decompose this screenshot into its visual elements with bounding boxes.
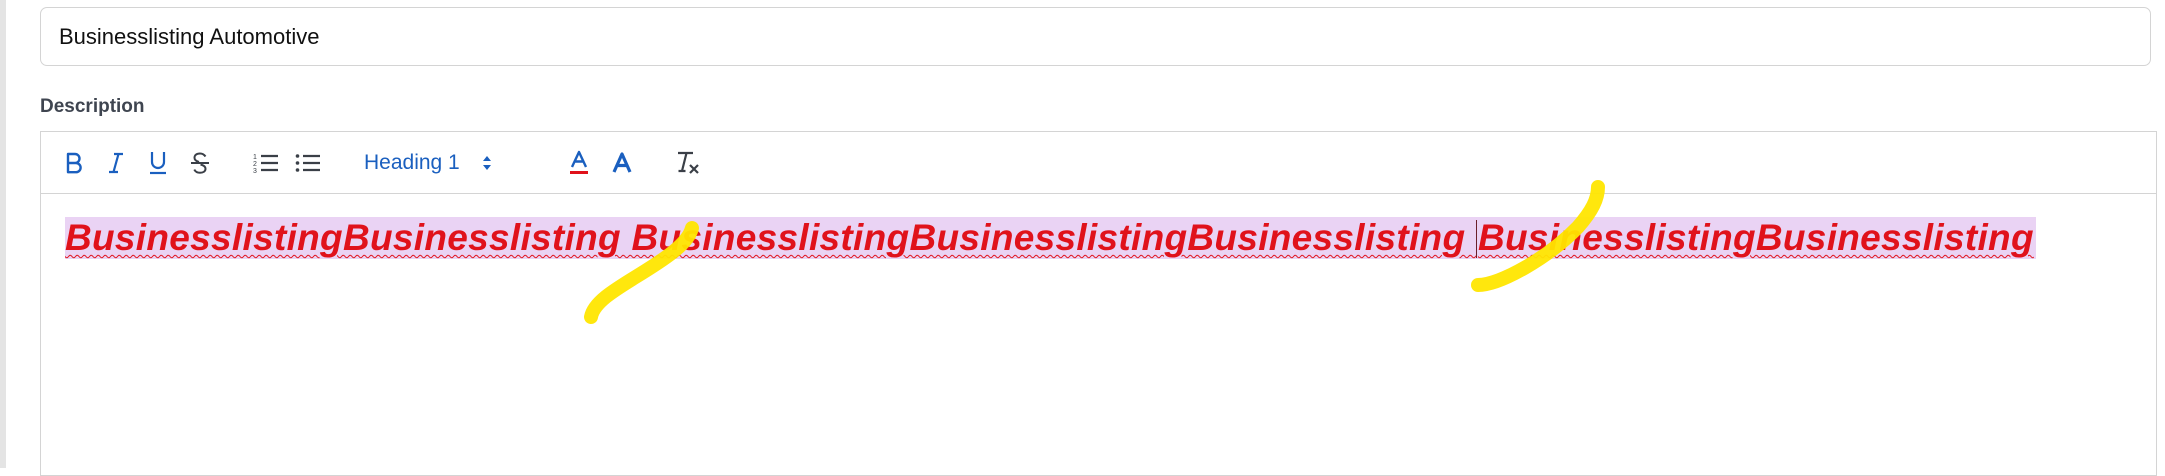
italic-icon xyxy=(109,152,123,174)
ordered-list-icon: 1 2 3 xyxy=(253,154,278,174)
text-after-caret: BusinesslistingBusinesslisting xyxy=(1477,217,2034,258)
ordered-list-button[interactable]: 1 2 3 xyxy=(249,145,283,181)
font-color-button[interactable] xyxy=(563,145,595,181)
font-color-icon xyxy=(570,150,588,174)
underline-icon xyxy=(150,152,166,175)
description-label: Description xyxy=(40,96,145,117)
text-before-caret: BusinesslistingBusinesslisting Businessl… xyxy=(65,217,1476,258)
svg-text:2: 2 xyxy=(253,161,257,168)
bullet-list-button[interactable] xyxy=(291,145,325,181)
editor-content[interactable]: BusinesslistingBusinesslisting Businessl… xyxy=(65,217,2156,259)
underline-button[interactable] xyxy=(142,145,174,181)
rich-text-editor[interactable]: 1 2 3 Heading 1 BusinesslistingBusinessl… xyxy=(40,131,2157,476)
clear-formatting-button[interactable] xyxy=(671,145,705,181)
heading-paragraph: BusinesslistingBusinesslisting Businessl… xyxy=(65,217,2036,259)
left-rail xyxy=(0,0,6,468)
clear-formatting-icon xyxy=(678,151,699,174)
highlight-color-icon xyxy=(612,152,632,173)
sort-arrows-icon xyxy=(482,156,491,170)
bold-button[interactable] xyxy=(58,145,90,181)
bold-icon xyxy=(66,152,82,174)
svg-text:1: 1 xyxy=(253,154,257,161)
highlight-color-button[interactable] xyxy=(606,145,638,181)
strikethrough-button[interactable] xyxy=(184,145,216,181)
italic-button[interactable] xyxy=(100,145,132,181)
strikethrough-icon xyxy=(191,152,209,174)
heading-select-value: Heading 1 xyxy=(364,151,460,174)
text-caret xyxy=(1475,220,1477,258)
editor-toolbar: 1 2 3 Heading 1 xyxy=(41,132,2156,194)
svg-text:3: 3 xyxy=(253,168,257,174)
bullet-list-icon xyxy=(295,154,320,172)
heading-select[interactable]: Heading 1 xyxy=(364,145,492,181)
title-input[interactable] xyxy=(40,7,2151,66)
